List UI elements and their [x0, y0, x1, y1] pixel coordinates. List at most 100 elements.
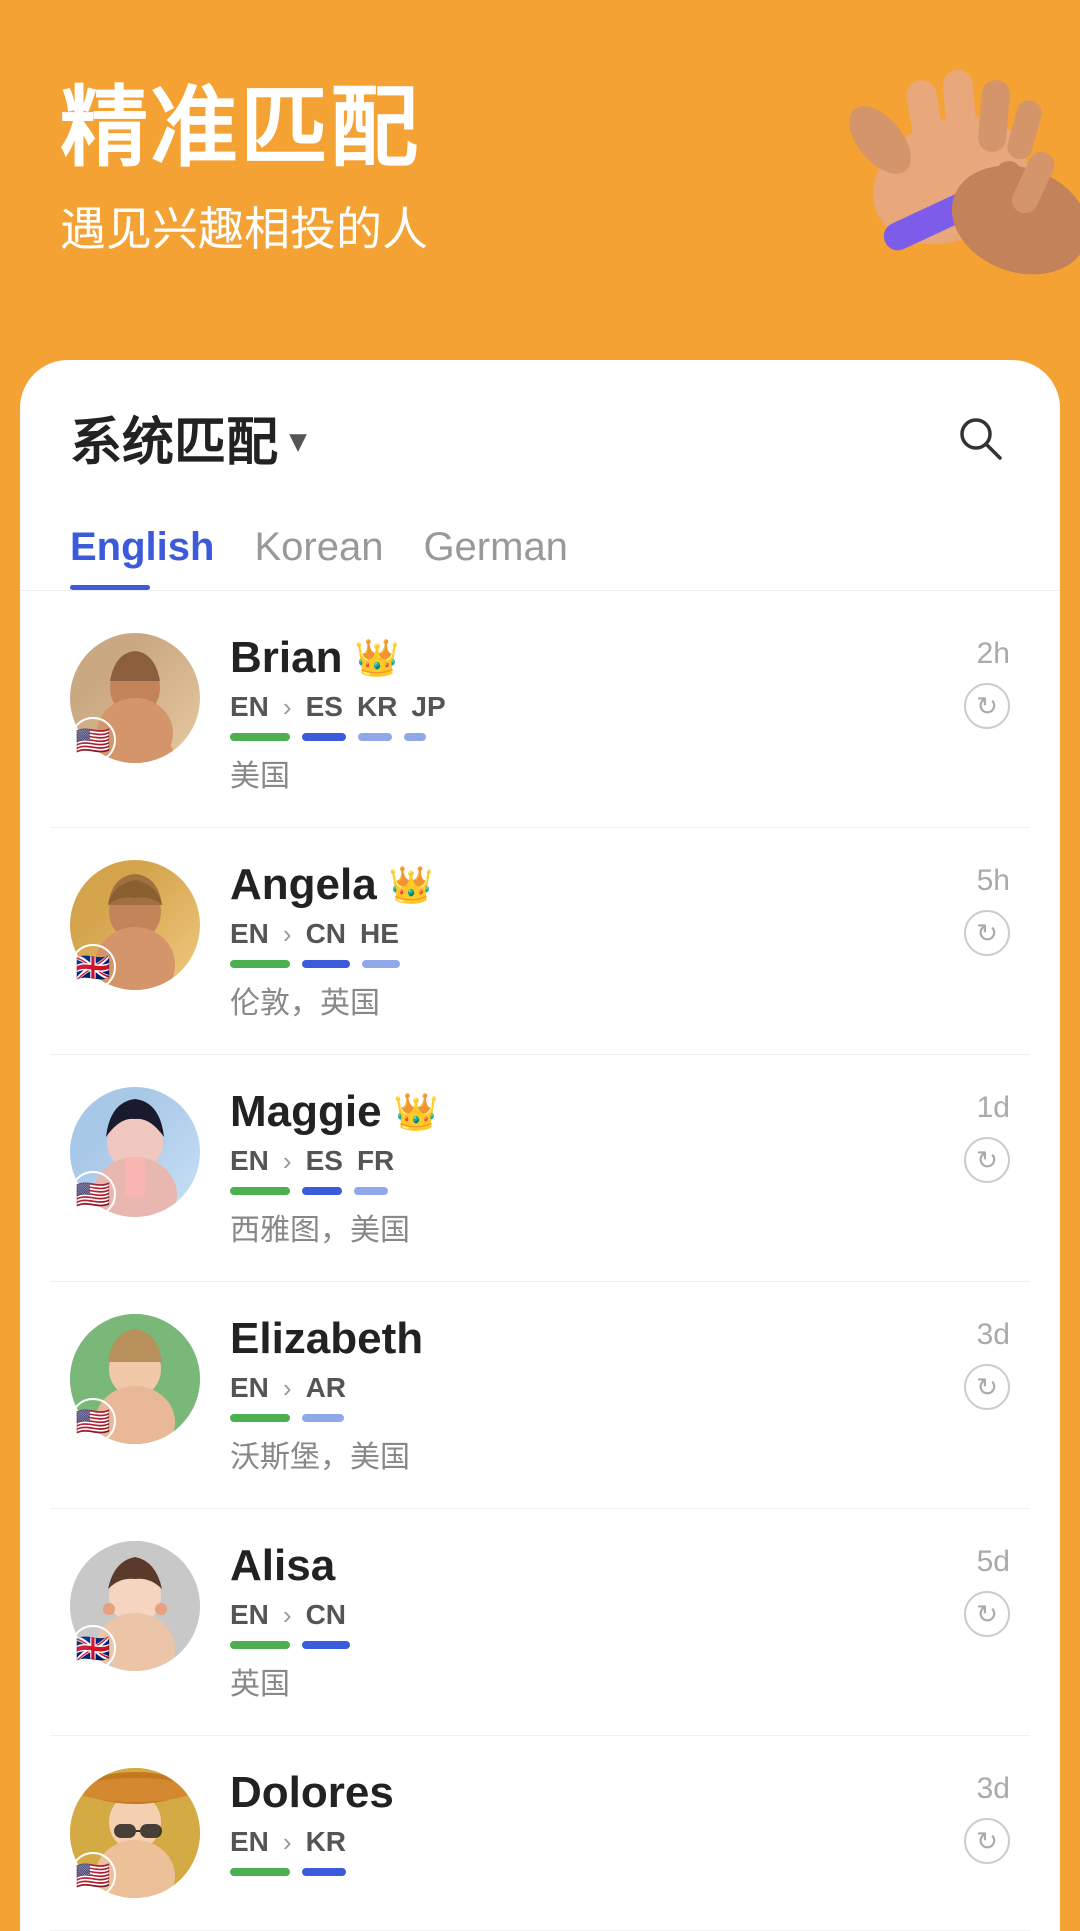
- time-text: 5h: [977, 864, 1010, 898]
- user-name-row: Elizabeth: [230, 1314, 930, 1364]
- arrow-icon: ›: [283, 1600, 292, 1631]
- user-name-row: Brian 👑: [230, 633, 930, 683]
- lang-to-3: JP: [411, 691, 445, 723]
- user-name-row: Dolores: [230, 1768, 930, 1818]
- time-col: 3d ↻: [930, 1768, 1010, 1864]
- list-item[interactable]: 🇺🇸 Maggie 👑 EN › ES FR 西雅图，美: [50, 1055, 1030, 1282]
- user-location: 英国: [230, 1659, 930, 1703]
- crown-icon: 👑: [394, 1091, 439, 1133]
- user-name-row: Angela 👑: [230, 860, 930, 910]
- user-info-angela: Angela 👑 EN › CN HE 伦敦，英国: [230, 860, 930, 1022]
- lang-to-1: CN: [306, 1599, 346, 1631]
- lang-from: EN: [230, 1372, 269, 1404]
- user-name: Maggie: [230, 1087, 382, 1137]
- user-name: Alisa: [230, 1541, 335, 1591]
- time-col: 5d ↻: [930, 1541, 1010, 1637]
- lang-bar-ar: [302, 1414, 344, 1422]
- lang-tags: EN › CN HE: [230, 918, 930, 950]
- list-item[interactable]: 🇬🇧 Angela 👑 EN › CN HE 伦敦，英国: [50, 828, 1030, 1055]
- user-info-elizabeth: Elizabeth EN › AR 沃斯堡，美国: [230, 1314, 930, 1476]
- time-text: 3d: [977, 1772, 1010, 1806]
- search-title-group[interactable]: 系统匹配 ▾: [70, 400, 306, 475]
- lang-bar-en: [230, 1641, 290, 1649]
- lang-bar-jp: [404, 733, 426, 741]
- list-item[interactable]: 🇺🇸 Brian 👑 EN › ES KR JP: [50, 601, 1030, 828]
- refresh-icon[interactable]: ↻: [964, 1591, 1010, 1637]
- arrow-icon: ›: [283, 1827, 292, 1858]
- refresh-icon[interactable]: ↻: [964, 910, 1010, 956]
- lang-bar-fr: [354, 1187, 388, 1195]
- search-button[interactable]: [950, 408, 1010, 468]
- user-name: Elizabeth: [230, 1314, 423, 1364]
- time-text: 1d: [977, 1091, 1010, 1125]
- user-list: 🇺🇸 Brian 👑 EN › ES KR JP: [20, 601, 1060, 1931]
- main-card: 系统匹配 ▾ English Korean German: [20, 360, 1060, 1931]
- lang-from: EN: [230, 1599, 269, 1631]
- tab-korean[interactable]: Korean: [254, 505, 423, 590]
- lang-tags: EN › ES FR: [230, 1145, 930, 1177]
- search-bar-row: 系统匹配 ▾: [20, 360, 1060, 505]
- lang-to-2: KR: [357, 691, 397, 723]
- lang-from: EN: [230, 1826, 269, 1858]
- lang-from: EN: [230, 691, 269, 723]
- lang-bars: [230, 1641, 930, 1649]
- refresh-icon[interactable]: ↻: [964, 1137, 1010, 1183]
- user-location: 美国: [230, 751, 930, 795]
- lang-bar-cn: [302, 960, 350, 968]
- time-text: 3d: [977, 1318, 1010, 1352]
- lang-tags: EN › KR: [230, 1826, 930, 1858]
- time-col: 3d ↻: [930, 1314, 1010, 1410]
- avatar: 🇬🇧: [70, 1541, 200, 1671]
- lang-to-1: AR: [306, 1372, 346, 1404]
- time-col: 1d ↻: [930, 1087, 1010, 1183]
- arrow-icon: ›: [283, 692, 292, 723]
- list-item[interactable]: 🇺🇸 Dolores EN › KR 3d ↻: [50, 1736, 1030, 1931]
- time-col: 5h ↻: [930, 860, 1010, 956]
- lang-bar-cn: [302, 1641, 350, 1649]
- avatar: 🇺🇸: [70, 1768, 200, 1898]
- flag-badge-us: 🇺🇸: [70, 717, 116, 763]
- user-info-dolores: Dolores EN › KR: [230, 1768, 930, 1886]
- time-col: 2h ↻: [930, 633, 1010, 729]
- lang-bar-en: [230, 733, 290, 741]
- refresh-icon[interactable]: ↻: [964, 1364, 1010, 1410]
- crown-icon: 👑: [389, 864, 434, 906]
- lang-tags: EN › CN: [230, 1599, 930, 1631]
- user-name-row: Maggie 👑: [230, 1087, 930, 1137]
- user-location: 西雅图，美国: [230, 1205, 930, 1249]
- user-name: Angela: [230, 860, 377, 910]
- lang-to-2: HE: [360, 918, 399, 950]
- flag-badge-uk: 🇬🇧: [70, 944, 116, 990]
- lang-bar-en: [230, 960, 290, 968]
- list-item[interactable]: 🇺🇸 Elizabeth EN › AR 沃斯堡，美国 3d: [50, 1282, 1030, 1509]
- lang-from: EN: [230, 918, 269, 950]
- lang-tags: EN › AR: [230, 1372, 930, 1404]
- user-info-maggie: Maggie 👑 EN › ES FR 西雅图，美国: [230, 1087, 930, 1249]
- language-tabs: English Korean German: [20, 505, 1060, 591]
- lang-bar-he: [362, 960, 400, 968]
- lang-bar-en: [230, 1187, 290, 1195]
- refresh-icon[interactable]: ↻: [964, 683, 1010, 729]
- avatar: 🇺🇸: [70, 1087, 200, 1217]
- lang-bar-kr: [358, 733, 392, 741]
- lang-bars: [230, 960, 930, 968]
- arrow-icon: ›: [283, 919, 292, 950]
- lang-bar-es: [302, 1187, 342, 1195]
- list-item[interactable]: 🇬🇧 Alisa EN › CN 英国 5d ↻: [50, 1509, 1030, 1736]
- avatar: 🇬🇧: [70, 860, 200, 990]
- tab-english[interactable]: English: [70, 505, 254, 590]
- refresh-icon[interactable]: ↻: [964, 1818, 1010, 1864]
- lang-bar-es: [302, 733, 346, 741]
- hero-section: 精准匹配 遇见兴趣相投的人: [0, 0, 1080, 360]
- user-info-brian: Brian 👑 EN › ES KR JP 美国: [230, 633, 930, 795]
- arrow-icon: ›: [283, 1373, 292, 1404]
- tab-german[interactable]: German: [423, 505, 608, 590]
- user-name: Brian: [230, 633, 342, 683]
- lang-tags: EN › ES KR JP: [230, 691, 930, 723]
- user-name-row: Alisa: [230, 1541, 930, 1591]
- crown-icon: 👑: [354, 637, 399, 679]
- lang-bars: [230, 1414, 930, 1422]
- dropdown-arrow-icon[interactable]: ▾: [290, 421, 306, 459]
- lang-to-1: CN: [306, 918, 346, 950]
- lang-bar-en: [230, 1414, 290, 1422]
